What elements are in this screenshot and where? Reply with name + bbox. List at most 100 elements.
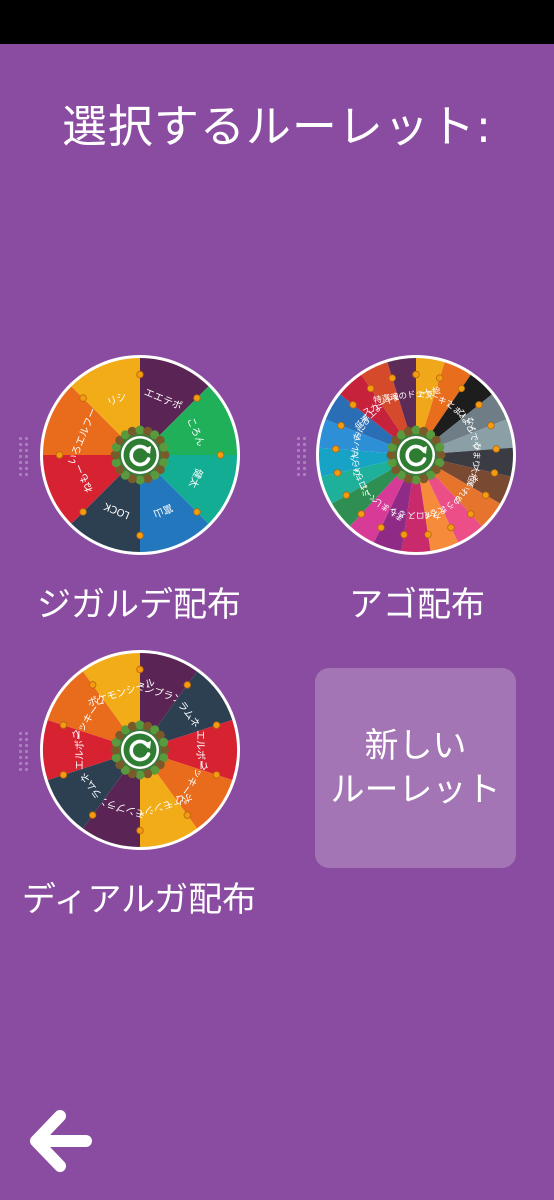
peg bbox=[436, 374, 444, 382]
grip-dot bbox=[297, 461, 300, 464]
status-bar bbox=[0, 0, 554, 44]
hub-leaf bbox=[111, 458, 121, 468]
wheel-name-dialga: ディアルガ配布 bbox=[21, 880, 257, 920]
wheel-name-ago: アゴ配布 bbox=[349, 585, 485, 625]
peg bbox=[490, 469, 499, 477]
hub-leaf bbox=[436, 450, 446, 460]
drag-handle-icon[interactable] bbox=[19, 437, 33, 479]
page-title: 選択するルーレット: bbox=[61, 100, 493, 153]
grip-dot bbox=[19, 756, 22, 759]
grip-dot bbox=[19, 449, 22, 452]
peg bbox=[467, 510, 475, 518]
wheel-card-jigarude[interactable]: エエテポ ころん 健太 富山 LOCK ねもー いろエルフーン リシ ジガルデ配布 bbox=[19, 355, 259, 625]
grip-dot bbox=[19, 768, 22, 771]
peg bbox=[79, 394, 87, 402]
grip-dot bbox=[303, 449, 306, 452]
grip-dot bbox=[19, 732, 22, 735]
grip-dot bbox=[19, 437, 22, 440]
grip-dot bbox=[297, 437, 300, 440]
hub-leaf bbox=[159, 737, 169, 747]
grip-dot bbox=[297, 449, 300, 452]
grip-dot bbox=[303, 473, 306, 476]
peg bbox=[487, 421, 495, 430]
hub-leaf bbox=[143, 474, 153, 484]
hub-leaf bbox=[435, 442, 445, 452]
grip-dot bbox=[303, 455, 306, 458]
grip-dot bbox=[25, 455, 28, 458]
hub-leaf bbox=[411, 475, 421, 485]
drag-handle-icon[interactable] bbox=[19, 732, 33, 774]
peg bbox=[412, 370, 420, 379]
grip-dot bbox=[297, 455, 300, 458]
grip-dot bbox=[19, 744, 22, 747]
grip-dot bbox=[25, 762, 28, 765]
grip-dot bbox=[25, 461, 28, 464]
wheel-name-jigarude: ジガルデ配布 bbox=[37, 585, 241, 625]
hub-leaf bbox=[135, 770, 145, 780]
refresh-icon[interactable] bbox=[123, 438, 157, 472]
grip-dot bbox=[297, 443, 300, 446]
refresh-icon[interactable] bbox=[123, 733, 157, 767]
peg bbox=[212, 721, 221, 729]
grip-dot bbox=[25, 443, 28, 446]
hub-leaf bbox=[135, 425, 145, 435]
refresh-icon[interactable] bbox=[399, 438, 433, 472]
peg bbox=[388, 374, 396, 382]
new-roulette-button[interactable]: 新しい ルーレット bbox=[315, 668, 516, 868]
peg bbox=[216, 451, 225, 459]
peg bbox=[424, 530, 432, 539]
peg bbox=[136, 531, 144, 540]
grip-dot bbox=[25, 744, 28, 747]
grip-dot bbox=[19, 461, 22, 464]
grip-dot bbox=[297, 473, 300, 476]
grip-dot bbox=[303, 443, 306, 446]
hub-leaf bbox=[135, 720, 145, 730]
peg bbox=[457, 384, 466, 393]
peg bbox=[357, 510, 365, 518]
wheel-ago[interactable]: エスパーキブルとまよひよどりなんでやねんひまりり大地輝れいれいれゆうきえるもカイ… bbox=[316, 355, 516, 555]
hub-leaf bbox=[411, 425, 421, 435]
hub-leaf bbox=[127, 721, 137, 731]
wheel-jigarude[interactable]: エエテポころん健太富山LOCKねもーいろエルフーン リシ bbox=[40, 355, 240, 555]
peg bbox=[366, 384, 375, 393]
grip-dot bbox=[25, 738, 28, 741]
hub-leaf bbox=[419, 474, 429, 484]
drag-handle-icon[interactable] bbox=[297, 437, 311, 479]
grip-dot bbox=[19, 467, 22, 470]
wheel-dialga[interactable]: モンブランラムネエルボークッキーくんポケモンシールモンブランラムネエルボークッキ… bbox=[40, 650, 240, 850]
hub-leaf bbox=[159, 442, 169, 452]
grip-dot bbox=[19, 443, 22, 446]
peg bbox=[193, 394, 201, 402]
back-button[interactable] bbox=[30, 1108, 92, 1174]
hub-leaf bbox=[110, 745, 120, 755]
hub-leaf bbox=[110, 450, 120, 460]
hub-leaf bbox=[403, 426, 413, 436]
grip-dot bbox=[19, 750, 22, 753]
peg bbox=[136, 370, 144, 379]
peg bbox=[400, 530, 408, 539]
grip-dot bbox=[19, 762, 22, 765]
hub-leaf bbox=[127, 426, 137, 436]
grip-dot bbox=[19, 738, 22, 741]
hub-leaf bbox=[160, 450, 170, 460]
peg bbox=[349, 401, 357, 409]
peg bbox=[212, 771, 221, 779]
grip-dot bbox=[303, 461, 306, 464]
grip-dot bbox=[297, 467, 300, 470]
peg bbox=[59, 721, 68, 729]
peg bbox=[332, 445, 340, 453]
peg bbox=[136, 665, 144, 674]
grip-dot bbox=[19, 473, 22, 476]
peg bbox=[475, 401, 483, 409]
peg bbox=[88, 681, 97, 689]
grip-dot bbox=[25, 467, 28, 470]
grip-dot bbox=[25, 437, 28, 440]
peg bbox=[183, 681, 192, 689]
hub-leaf bbox=[386, 450, 396, 460]
peg bbox=[55, 451, 64, 459]
grip-dot bbox=[25, 768, 28, 771]
grip-dot bbox=[303, 437, 306, 440]
peg bbox=[482, 491, 490, 499]
wheel-card-ago[interactable]: エス パーキブル とまよ ひよどり なんでやねん ひまりり 大地輝 れいれいれ ゆうき えるも カイ… bbox=[297, 355, 537, 625]
wheel-card-dialga[interactable]: モンブラン ラムネ エルボー クッキーくん ポケモンシール モンブラン ラムネ エルボー クッキ… bbox=[19, 650, 259, 920]
